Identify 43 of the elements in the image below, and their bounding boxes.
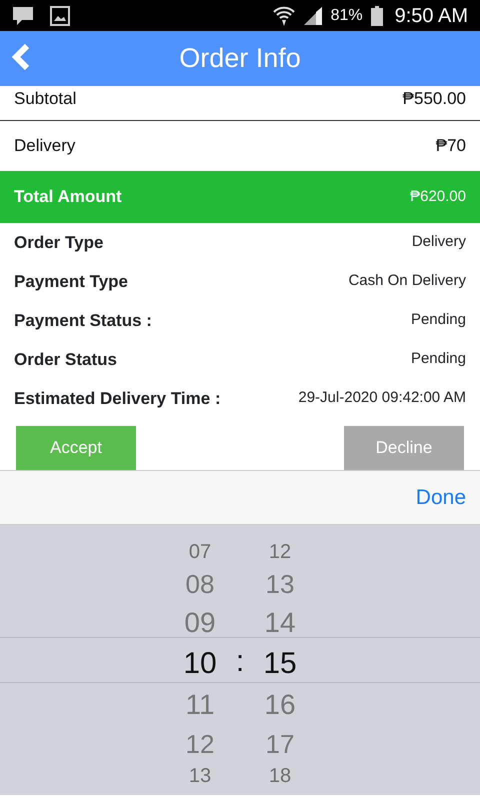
detail-label: Order Status xyxy=(14,348,117,371)
battery-icon xyxy=(370,6,383,26)
picker-value[interactable]: 15 xyxy=(255,643,305,685)
summary-value: ₱550.00 xyxy=(402,88,466,110)
picker-value[interactable]: 17 xyxy=(255,725,305,763)
wifi-icon xyxy=(272,4,295,26)
summary-label: Subtotal xyxy=(14,88,76,110)
picker-value[interactable]: 16 xyxy=(255,685,305,725)
picker-value[interactable]: 14 xyxy=(255,603,305,643)
picker-value[interactable]: 11 xyxy=(175,685,225,725)
done-button[interactable]: Done xyxy=(416,482,466,514)
detail-value: Delivery xyxy=(412,232,466,252)
detail-label: Payment Status : xyxy=(14,310,152,332)
detail-label: Estimated Delivery Time : xyxy=(14,388,221,410)
page-title: Order Info xyxy=(179,42,301,76)
picker-value[interactable]: 07 xyxy=(175,539,225,565)
summary-value: ₱70 xyxy=(436,135,466,158)
picker-value[interactable]: 12 xyxy=(175,725,225,763)
picker-value[interactable]: 10 xyxy=(175,643,225,685)
decline-button[interactable]: Decline xyxy=(344,426,464,470)
detail-label: Payment Type xyxy=(14,270,128,293)
back-button[interactable] xyxy=(10,43,32,71)
picker-value[interactable]: 09 xyxy=(175,603,225,643)
picker-value[interactable]: 13 xyxy=(175,763,225,789)
picker-value[interactable]: 12 xyxy=(255,539,305,565)
summary-value: ₱620.00 xyxy=(410,186,466,207)
detail-value: Cash On Delivery xyxy=(348,271,466,292)
status-time: 9:50 AM xyxy=(394,4,468,28)
picker-separator: : xyxy=(234,644,246,680)
summary-label: Total Amount xyxy=(14,186,122,208)
picker-value[interactable]: 13 xyxy=(255,565,305,603)
message-icon xyxy=(12,6,34,26)
image-icon xyxy=(50,6,70,26)
detail-value: Pending xyxy=(410,349,466,370)
summary-label: Delivery xyxy=(14,135,76,158)
detail-value: 29-Jul-2020 09:42:00 AM xyxy=(298,388,466,408)
detail-value: Pending xyxy=(410,310,466,330)
battery-percent: 81% xyxy=(330,6,363,26)
picker-value[interactable]: 18 xyxy=(255,763,305,789)
picker-value[interactable]: 08 xyxy=(175,565,225,603)
signal-icon xyxy=(302,6,323,26)
detail-label: Order Type xyxy=(14,232,104,254)
accept-button[interactable]: Accept xyxy=(16,426,136,470)
